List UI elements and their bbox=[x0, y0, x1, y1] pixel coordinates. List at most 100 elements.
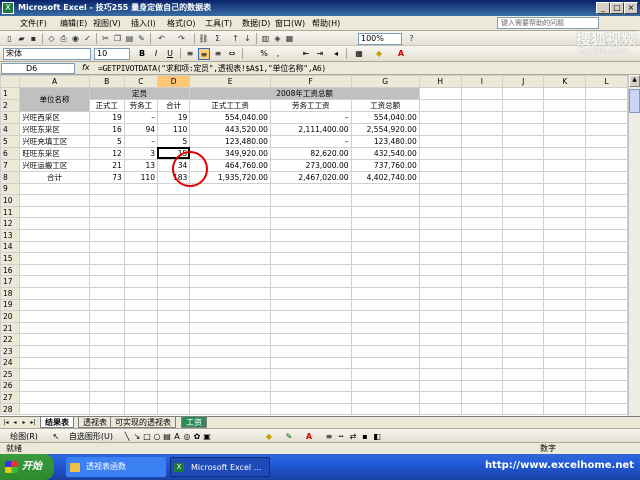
salary-total-header[interactable]: 2008年工资总额 bbox=[189, 86, 420, 100]
cell[interactable] bbox=[88, 321, 125, 335]
cell[interactable] bbox=[460, 252, 504, 265]
cell[interactable] bbox=[269, 402, 352, 416]
cell[interactable] bbox=[543, 402, 587, 416]
cell[interactable] bbox=[189, 228, 271, 242]
cell[interactable] bbox=[460, 344, 504, 358]
cell[interactable] bbox=[88, 252, 125, 265]
cell[interactable] bbox=[418, 402, 462, 416]
cell[interactable] bbox=[543, 344, 587, 358]
row-header[interactable]: 21 bbox=[0, 321, 21, 335]
cell[interactable] bbox=[502, 217, 545, 230]
cell[interactable] bbox=[418, 134, 462, 148]
first-sheet-icon[interactable]: |◂ bbox=[2, 418, 10, 427]
cell[interactable] bbox=[88, 298, 125, 312]
cell[interactable] bbox=[418, 368, 462, 381]
copy-icon[interactable]: ❐ bbox=[112, 33, 123, 44]
value-cell[interactable]: 110 bbox=[123, 170, 158, 184]
cell[interactable] bbox=[543, 298, 587, 312]
cell[interactable] bbox=[585, 333, 628, 346]
cell[interactable] bbox=[269, 240, 352, 254]
cell[interactable] bbox=[19, 286, 90, 300]
drawing-icon[interactable]: ◈ bbox=[272, 33, 283, 44]
value-cell[interactable]: 13 bbox=[123, 158, 158, 172]
cell[interactable] bbox=[350, 391, 420, 404]
row-header[interactable]: 9 bbox=[0, 182, 21, 196]
cell[interactable] bbox=[585, 263, 628, 277]
row-header[interactable]: 17 bbox=[0, 275, 21, 288]
cell[interactable] bbox=[585, 286, 628, 300]
cell[interactable] bbox=[269, 310, 352, 323]
menu-insert[interactable]: 插入(I) bbox=[131, 18, 156, 29]
tab-salary[interactable]: 工资 bbox=[181, 417, 207, 428]
cell[interactable] bbox=[156, 286, 191, 300]
menu-data[interactable]: 数据(D) bbox=[242, 18, 270, 29]
cell[interactable] bbox=[269, 205, 352, 219]
cell[interactable] bbox=[502, 252, 545, 265]
cell[interactable] bbox=[543, 252, 587, 265]
cell[interactable] bbox=[269, 344, 352, 358]
cell[interactable] bbox=[460, 286, 504, 300]
close-button[interactable]: × bbox=[624, 2, 638, 14]
value-cell[interactable]: 73 bbox=[88, 170, 125, 184]
cell[interactable] bbox=[460, 240, 504, 254]
cell[interactable] bbox=[502, 391, 545, 404]
cell[interactable] bbox=[502, 298, 545, 312]
column-header[interactable]: J bbox=[502, 75, 545, 88]
cell[interactable] bbox=[269, 217, 352, 230]
cell[interactable] bbox=[156, 379, 191, 393]
cell[interactable] bbox=[156, 321, 191, 335]
row-header[interactable]: 5 bbox=[0, 134, 21, 148]
cell[interactable] bbox=[502, 379, 545, 393]
cell[interactable] bbox=[19, 252, 90, 265]
vertical-scrollbar[interactable]: ▲ bbox=[628, 75, 640, 416]
cell[interactable] bbox=[19, 368, 90, 381]
cell[interactable] bbox=[502, 402, 545, 416]
font-size-select[interactable]: 10 bbox=[94, 48, 130, 60]
cell[interactable] bbox=[19, 217, 90, 230]
row-header[interactable]: 14 bbox=[0, 240, 21, 254]
cell[interactable] bbox=[418, 194, 462, 207]
menu-format[interactable]: 格式(O) bbox=[167, 18, 196, 29]
cell[interactable] bbox=[418, 344, 462, 358]
cell[interactable] bbox=[585, 146, 628, 160]
cell[interactable] bbox=[502, 122, 545, 136]
cell[interactable] bbox=[543, 356, 587, 370]
name-box[interactable]: D6 bbox=[1, 63, 75, 74]
cell[interactable] bbox=[460, 86, 504, 100]
cell[interactable] bbox=[350, 402, 420, 416]
cell[interactable] bbox=[156, 356, 191, 370]
cell[interactable] bbox=[543, 310, 587, 323]
value-cell[interactable]: – bbox=[269, 110, 352, 124]
cell[interactable] bbox=[418, 217, 462, 230]
cell[interactable] bbox=[156, 252, 191, 265]
cell[interactable] bbox=[19, 402, 90, 416]
menu-window[interactable]: 窗口(W) bbox=[275, 18, 305, 29]
hyperlink-icon[interactable]: ⛓ bbox=[198, 33, 209, 44]
cell[interactable] bbox=[88, 379, 125, 393]
menu-view[interactable]: 视图(V) bbox=[93, 18, 121, 29]
cell[interactable] bbox=[123, 286, 158, 300]
cell[interactable] bbox=[269, 368, 352, 381]
cell[interactable] bbox=[502, 240, 545, 254]
cell[interactable] bbox=[88, 205, 125, 219]
italic-button[interactable]: I bbox=[150, 48, 162, 60]
cell[interactable] bbox=[88, 263, 125, 277]
sub-header[interactable]: 劳务工 bbox=[123, 98, 158, 112]
format-painter-icon[interactable]: ✎ bbox=[136, 33, 147, 44]
cell[interactable] bbox=[189, 205, 271, 219]
cell[interactable] bbox=[418, 182, 462, 196]
value-cell[interactable]: – bbox=[269, 134, 352, 148]
cell[interactable] bbox=[350, 217, 420, 230]
value-cell[interactable]: 5 bbox=[156, 134, 191, 148]
cell[interactable] bbox=[502, 275, 545, 288]
spelling-icon[interactable]: ✓ bbox=[82, 33, 93, 44]
formula-input[interactable]: =GETPIVOTDATA("求和项:定员",透视表!$A$1,"单位名称",A… bbox=[98, 63, 326, 74]
cell[interactable] bbox=[543, 194, 587, 207]
cell[interactable] bbox=[156, 240, 191, 254]
cell[interactable] bbox=[123, 228, 158, 242]
cell[interactable] bbox=[189, 194, 271, 207]
unit-name-cell[interactable]: 兴旺东采区 bbox=[19, 122, 90, 136]
cell[interactable] bbox=[269, 263, 352, 277]
cell[interactable] bbox=[156, 205, 191, 219]
cell[interactable] bbox=[350, 333, 420, 346]
